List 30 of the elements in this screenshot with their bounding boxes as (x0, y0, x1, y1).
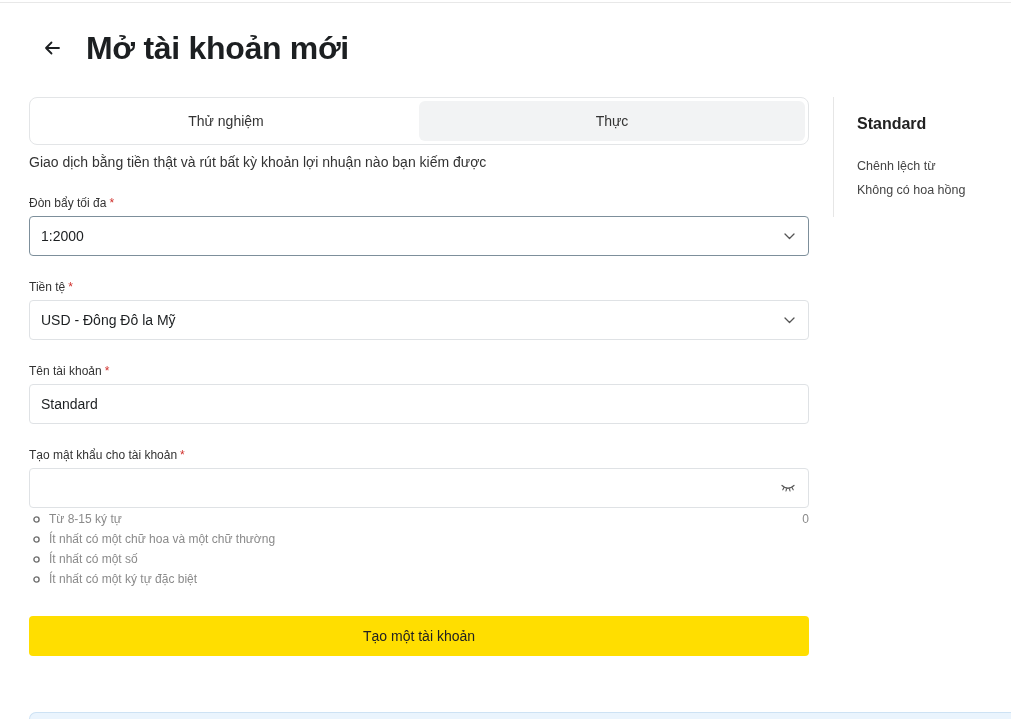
ring-icon (33, 535, 40, 543)
character-count: 0 (802, 512, 809, 526)
tab[interactable]: Thực (419, 101, 805, 141)
back-button[interactable] (44, 41, 60, 55)
account-feature: Chênh lệch từ (857, 158, 936, 175)
field-label: Đòn bẩy tối đa * (29, 195, 116, 211)
chevron-down-icon (784, 232, 795, 240)
tab[interactable]: Thử nghiệm (33, 101, 419, 141)
account-type-title: Standard (857, 114, 928, 134)
field-label: Tạo mật khẩu cho tài khoản * (29, 447, 186, 463)
password-rule: Ít nhất có một ký tự đặc biệt (49, 572, 198, 586)
account-feature: Không có hoa hồng (857, 182, 966, 199)
select-field[interactable]: USD - Đông Đô la Mỹ (29, 300, 809, 340)
field-label: Tiền tệ * (29, 279, 74, 295)
password-rule: Ít nhất có một chữ hoa và một chữ thường (49, 532, 276, 546)
password-rule: Ít nhất có một số (49, 552, 138, 566)
closed-eye-icon (781, 484, 795, 492)
create-account-button[interactable]: Tạo một tài khoản (29, 616, 809, 656)
ring-icon (33, 555, 40, 563)
select-field[interactable]: 1:2000 (29, 216, 809, 256)
field-label: Tên tài khoản * (29, 363, 111, 379)
password-field[interactable] (29, 468, 809, 508)
arrow-left-icon (44, 41, 60, 55)
password-rule: Từ 8-15 ký tự (49, 512, 122, 526)
account-description: Giao dịch bằng tiền thật và rút bất kỳ khoản lợi nhuận nào bạn kiếm được (29, 153, 488, 172)
page-title: Mở tài khoản mới (86, 29, 349, 68)
chevron-down-icon (784, 316, 795, 324)
ring-icon (33, 515, 40, 523)
text-field[interactable]: Standard (29, 384, 809, 424)
ring-icon (33, 575, 40, 583)
